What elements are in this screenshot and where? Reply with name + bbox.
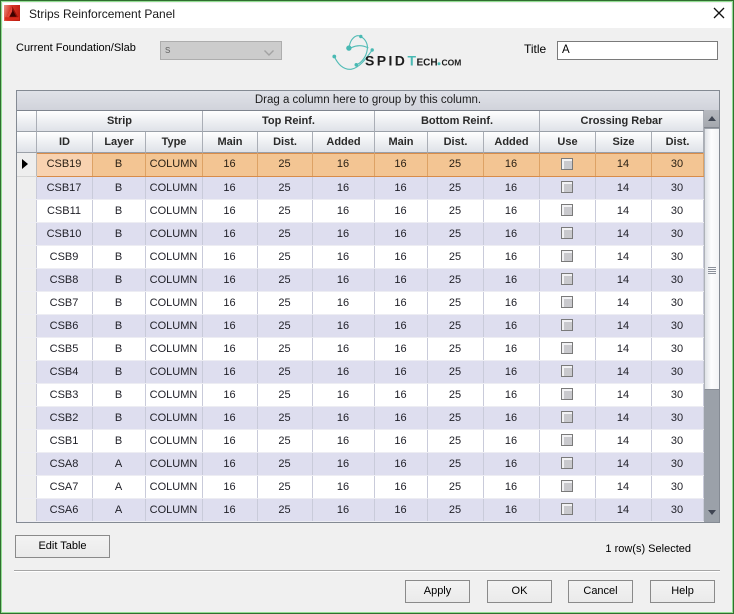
svg-text:T: T (408, 53, 417, 69)
svg-text:SPID: SPID (365, 53, 407, 69)
svg-text:COM: COM (442, 58, 462, 68)
svg-text:ECH: ECH (417, 58, 438, 69)
